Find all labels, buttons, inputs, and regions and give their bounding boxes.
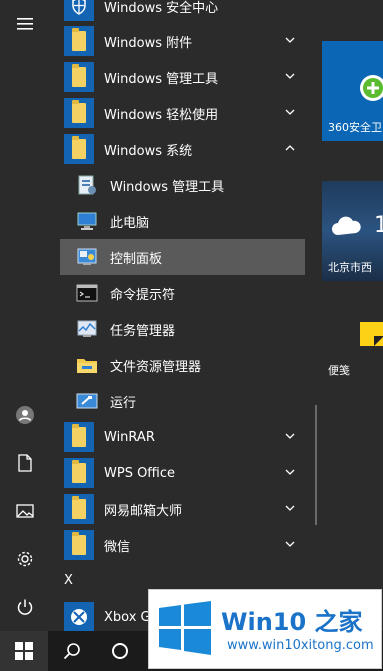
chevron-down-icon (283, 501, 297, 515)
chevron-down-icon (283, 69, 297, 83)
run-icon (72, 386, 102, 416)
app-label: Windows 轻松使用 (104, 107, 219, 123)
app-label: 微信 (104, 539, 131, 555)
expand-menu-button[interactable] (0, 0, 50, 48)
cortana-button[interactable] (96, 631, 144, 671)
folder-icon (72, 100, 86, 123)
section-header-x[interactable]: X (64, 573, 73, 588)
user-account-button[interactable] (0, 391, 50, 439)
settings-button[interactable] (0, 535, 50, 583)
search-icon (63, 643, 80, 660)
start-rail (0, 0, 50, 631)
windows-logo-icon (15, 642, 33, 660)
app-control-panel[interactable]: 控制面板 (60, 239, 305, 275)
windows-logo-icon (159, 601, 211, 655)
folder-icon (72, 28, 86, 51)
app-run[interactable]: 运行 (60, 383, 315, 419)
app-this-pc[interactable]: 此电脑 (60, 203, 315, 239)
chevron-down-icon (283, 429, 297, 443)
chevron-down-icon (283, 33, 297, 47)
sticky-note-icon (360, 322, 383, 346)
app-label: WPS Office (104, 465, 176, 481)
chevron-up-icon (283, 141, 297, 155)
app-wps-office[interactable]: WPS Office (60, 455, 315, 491)
document-icon (18, 454, 32, 472)
app-label: WinRAR (104, 429, 155, 445)
documents-button[interactable] (0, 439, 50, 487)
terminal-icon (72, 278, 102, 308)
power-button[interactable] (0, 583, 50, 631)
tile-weather[interactable]: 1 北京市西 (322, 181, 383, 281)
scrollbar[interactable] (315, 405, 317, 525)
watermark-title: Win10 之家 (221, 608, 363, 636)
app-label: 网易邮箱大师 (104, 503, 183, 519)
tile-label: 360安全卫 (328, 121, 382, 134)
app-label: Windows 管理工具 (104, 71, 219, 87)
search-button[interactable] (48, 631, 96, 671)
tile-label: 北京市西 (328, 261, 372, 274)
app-windows-security[interactable]: Windows 安全中心 (60, 0, 315, 24)
app-task-manager[interactable]: 任务管理器 (60, 311, 315, 347)
chevron-down-icon (283, 465, 297, 479)
start-button[interactable] (0, 631, 48, 671)
picture-icon (16, 504, 34, 518)
app-system-admin-tools[interactable]: Windows 管理工具 (60, 167, 315, 203)
app-list: Windows 安全中心 Windows 附件 Windows 管理工具 Win… (50, 0, 315, 631)
chevron-down-icon (283, 105, 297, 119)
app-label: 任务管理器 (110, 323, 176, 339)
file-explorer-icon (72, 350, 102, 380)
app-label: Windows 管理工具 (110, 179, 225, 195)
tile-360-security[interactable]: 360安全卫 (322, 41, 383, 141)
tile-sticky-notes[interactable]: 便笺 (322, 290, 383, 384)
watermark-url: www.win10xitong.com (227, 638, 374, 653)
app-winrar[interactable]: WinRAR (60, 419, 315, 455)
task-manager-icon (72, 314, 102, 344)
app-label: Windows 安全中心 (104, 0, 219, 16)
360-security-icon (360, 75, 383, 101)
app-mail-master[interactable]: 网易邮箱大师 (60, 491, 315, 527)
folder-open-icon (72, 136, 86, 159)
app-command-prompt[interactable]: 命令提示符 (60, 275, 315, 311)
app-label: 文件资源管理器 (110, 359, 202, 375)
folder-icon (72, 460, 86, 483)
tiles-area: 360安全卫 1 北京市西 便笺 (322, 0, 383, 631)
app-label: 运行 (110, 395, 137, 411)
folder-icon (72, 424, 86, 447)
app-file-explorer[interactable]: 文件资源管理器 (60, 347, 315, 383)
app-wechat[interactable]: 微信 (60, 527, 315, 563)
power-icon (17, 599, 33, 615)
app-label: Windows 系统 (104, 143, 193, 159)
folder-icon (72, 64, 86, 87)
tile-label: 便笺 (328, 364, 350, 377)
admin-tools-icon (72, 170, 102, 200)
app-label: Windows 附件 (104, 35, 193, 51)
app-windows-admin-tools[interactable]: Windows 管理工具 (60, 59, 315, 95)
folder-icon (72, 496, 86, 519)
gear-icon (17, 551, 33, 567)
shield-icon (64, 0, 94, 21)
app-label: 控制面板 (110, 251, 163, 267)
watermark-logo: Win10 之家 www.win10xitong.com (148, 589, 382, 669)
chevron-down-icon (283, 537, 297, 551)
user-icon (16, 406, 34, 424)
pictures-button[interactable] (0, 487, 50, 535)
weather-temperature: 1 (374, 213, 383, 238)
app-windows-ease-of-access[interactable]: Windows 轻松使用 (60, 95, 315, 131)
app-label: 此电脑 (110, 215, 150, 231)
cortana-icon (112, 643, 128, 659)
app-windows-accessories[interactable]: Windows 附件 (60, 23, 315, 59)
xbox-icon (64, 602, 94, 631)
app-windows-system[interactable]: Windows 系统 (60, 131, 315, 167)
app-label: 命令提示符 (110, 287, 176, 303)
control-panel-icon (72, 242, 102, 272)
cloud-icon (332, 216, 361, 235)
folder-icon (72, 532, 86, 555)
computer-icon (72, 206, 102, 236)
hamburger-icon (17, 18, 33, 30)
